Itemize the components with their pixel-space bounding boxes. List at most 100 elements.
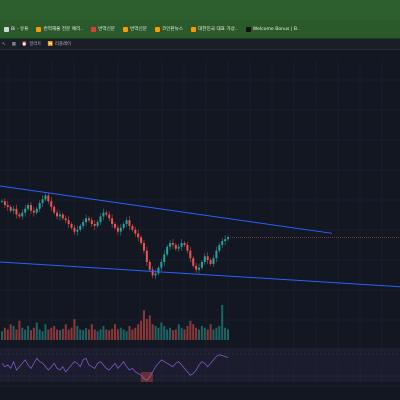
volume-bar — [3, 327, 6, 340]
volume-bar — [108, 330, 111, 340]
bookmark-item[interactable]: 번역신문 — [89, 25, 117, 33]
volume-bar — [50, 327, 53, 340]
volume-bar — [1, 331, 3, 340]
volume-bar — [160, 322, 163, 340]
volume-bar — [212, 329, 215, 340]
candle-body — [183, 243, 186, 245]
volume-bar — [114, 324, 116, 340]
volume-bar — [56, 329, 59, 340]
candle-body — [96, 222, 99, 226]
candle-body — [15, 208, 18, 215]
toolbar-item[interactable]: ↖ — [2, 42, 6, 47]
candle-body — [73, 227, 76, 232]
candle-body — [180, 243, 183, 247]
candle-body — [195, 265, 198, 270]
bookmark-label: 번역해줄 전문 예리.. — [43, 27, 84, 32]
candle-body — [177, 246, 180, 249]
candle-body — [224, 239, 227, 242]
toolbar-item[interactable]: ⏰ 알러트 — [22, 41, 42, 48]
candle-body — [203, 256, 206, 262]
volume-bar — [189, 320, 192, 340]
candle-body — [50, 201, 53, 207]
volume-bar — [93, 329, 96, 340]
volume-bar — [200, 326, 203, 340]
volume-bar — [142, 310, 145, 340]
candle-body — [18, 214, 21, 217]
bookmark-item[interactable]: 대한민국 대표 가상.. — [189, 25, 240, 33]
bookmark-label: 번역신문 — [98, 27, 116, 32]
volume-bar — [38, 329, 41, 340]
bookmark-item[interactable]: 번역신문 — [121, 25, 149, 33]
candle-body — [85, 218, 88, 223]
layout-icon: ▦ — [11, 41, 16, 47]
candle-body — [221, 241, 224, 245]
candle-body — [145, 250, 148, 262]
volume-bar — [96, 331, 99, 340]
volume-bar — [125, 331, 128, 340]
candle-body — [128, 220, 131, 226]
volume-bar — [18, 320, 21, 340]
volume-bar — [140, 320, 143, 340]
price-chart[interactable] — [0, 50, 400, 400]
bookmark-icon — [191, 26, 197, 32]
candle-body — [116, 227, 119, 232]
volume-bar — [131, 329, 134, 340]
candle-body — [163, 254, 166, 262]
toolbar-item[interactable]: ⏪ 리플레이 — [47, 41, 71, 48]
bookmark-item[interactable]: 번역해줄 전문 예리.. — [34, 25, 85, 33]
candle-body — [12, 208, 15, 211]
candle-body — [93, 224, 96, 226]
volume-bar — [61, 328, 64, 340]
candle-body — [38, 203, 41, 209]
candle-body — [111, 218, 114, 224]
cursor-icon: ↖ — [2, 41, 6, 47]
volume-bar — [215, 327, 218, 340]
volume-bar — [227, 329, 229, 340]
oscillator-oversold-zone — [140, 372, 153, 382]
bookmark-label: Welcome Bonus | B.. — [252, 26, 300, 32]
volume-bar — [41, 331, 44, 340]
volume-bar — [198, 329, 201, 340]
bookmarks-bar: Bi - 유튜 번역해줄 전문 예리.. 번역신문 번역신문 코인판뉴스 대한민국 대표 … — [0, 20, 400, 39]
volume-bar — [64, 324, 67, 340]
candle-body — [58, 214, 61, 217]
candle-body — [29, 205, 32, 211]
bookmark-label: Bi - 유튜 — [11, 27, 29, 32]
candle-body — [166, 246, 169, 255]
candle-body — [87, 218, 90, 221]
candle-body — [53, 206, 56, 213]
candle-body — [215, 250, 218, 259]
volume-bar — [29, 330, 32, 340]
volume-bar — [111, 328, 114, 340]
volume-bar — [166, 329, 169, 340]
candle-body — [151, 269, 154, 276]
volume-bar — [73, 319, 76, 340]
candle-body — [148, 262, 151, 270]
bookmark-item[interactable]: Welcome Bonus | B.. — [244, 26, 302, 33]
candle-body — [160, 262, 163, 268]
volume-bar — [157, 327, 160, 340]
candle-body — [41, 199, 44, 204]
volume-bar — [177, 324, 180, 340]
candle-body — [198, 267, 201, 270]
volume-bar — [218, 326, 221, 340]
candle-body — [189, 250, 192, 259]
bookmark-item[interactable]: Bi - 유튜 — [2, 25, 30, 33]
volume-bar — [79, 329, 82, 340]
candle-body — [142, 243, 145, 251]
toolbar-item[interactable]: ▦ — [12, 42, 16, 47]
volume-bar — [192, 324, 195, 340]
candle-body — [137, 233, 140, 238]
shield-icon — [91, 26, 97, 32]
candle-body — [47, 195, 50, 202]
candle-body — [169, 243, 172, 247]
candle-body — [27, 205, 30, 209]
browser-title-bar — [0, 0, 400, 20]
volume-bar — [122, 329, 125, 340]
volume-bar — [44, 324, 47, 340]
bookmark-item[interactable]: 코인판뉴스 — [153, 25, 185, 33]
candle-body — [140, 237, 143, 243]
candle-body — [67, 220, 70, 224]
volume-bar — [87, 329, 90, 340]
candle-body — [134, 229, 137, 234]
